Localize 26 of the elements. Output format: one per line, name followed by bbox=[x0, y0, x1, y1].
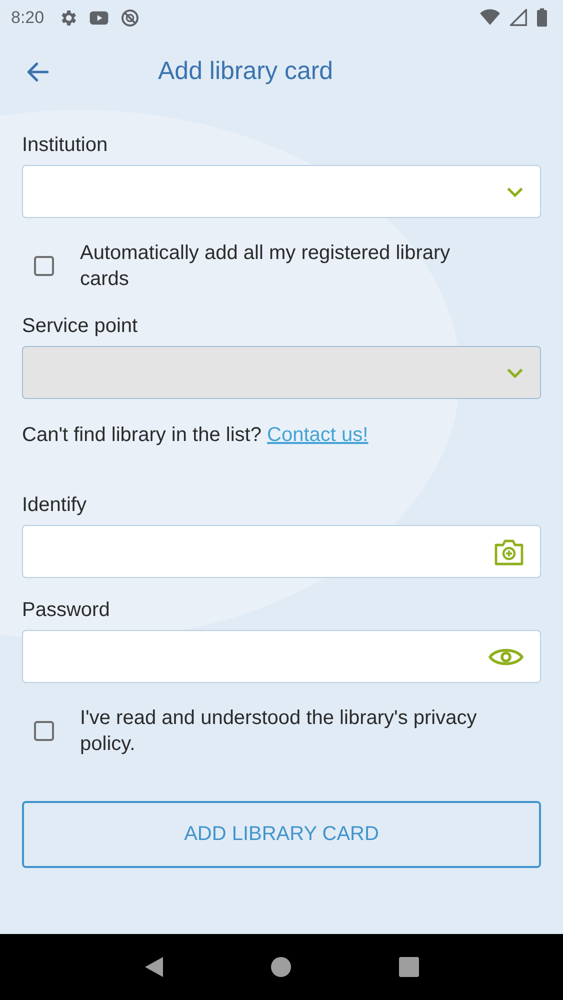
checkbox-label: Automatically add all my registered library cards bbox=[80, 241, 452, 292]
field-label: Service point bbox=[22, 314, 139, 338]
camera-icon[interactable] bbox=[494, 538, 524, 566]
add-card-button[interactable]: ADD LIBRARY CARD bbox=[22, 801, 541, 868]
screen-title: Add library card bbox=[158, 57, 334, 86]
dropdown-field[interactable] bbox=[22, 165, 541, 218]
recents-nav-icon[interactable] bbox=[399, 957, 420, 977]
chevron-down-icon bbox=[506, 186, 524, 198]
checkbox-label: I've read and understood the library's privacy policy. bbox=[80, 706, 478, 757]
back-nav-icon[interactable] bbox=[144, 956, 164, 978]
signal-icon bbox=[510, 9, 527, 26]
chevron-down-icon bbox=[506, 366, 524, 378]
home-nav-icon[interactable] bbox=[271, 957, 292, 977]
field-label: Institution bbox=[22, 133, 109, 157]
checkbox[interactable] bbox=[34, 721, 54, 741]
input-field[interactable] bbox=[22, 630, 541, 683]
checkbox[interactable] bbox=[34, 256, 54, 276]
input-field[interactable] bbox=[22, 525, 541, 578]
field-label: Password bbox=[22, 598, 111, 622]
help-text: Can't find library in the list? Contact us! bbox=[22, 423, 370, 447]
battery-icon bbox=[537, 8, 547, 27]
clock: 8:20 bbox=[11, 8, 44, 28]
wifi-icon bbox=[480, 9, 500, 26]
contact-link[interactable]: Contact us! bbox=[267, 424, 368, 446]
field-label: Identify bbox=[22, 493, 88, 517]
blocked-icon bbox=[120, 8, 140, 28]
